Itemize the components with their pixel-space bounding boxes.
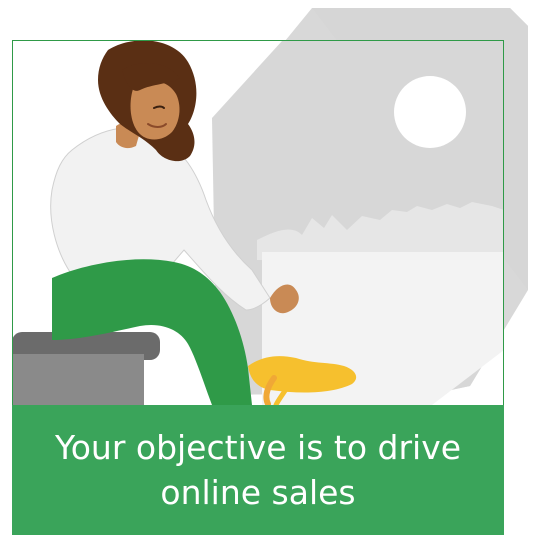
objective-caption-band: Your objective is to drive online sales bbox=[12, 405, 504, 535]
objective-caption: Your objective is to drive online sales bbox=[54, 428, 462, 512]
objective-card-page: Your objective is to drive online sales bbox=[0, 0, 537, 535]
